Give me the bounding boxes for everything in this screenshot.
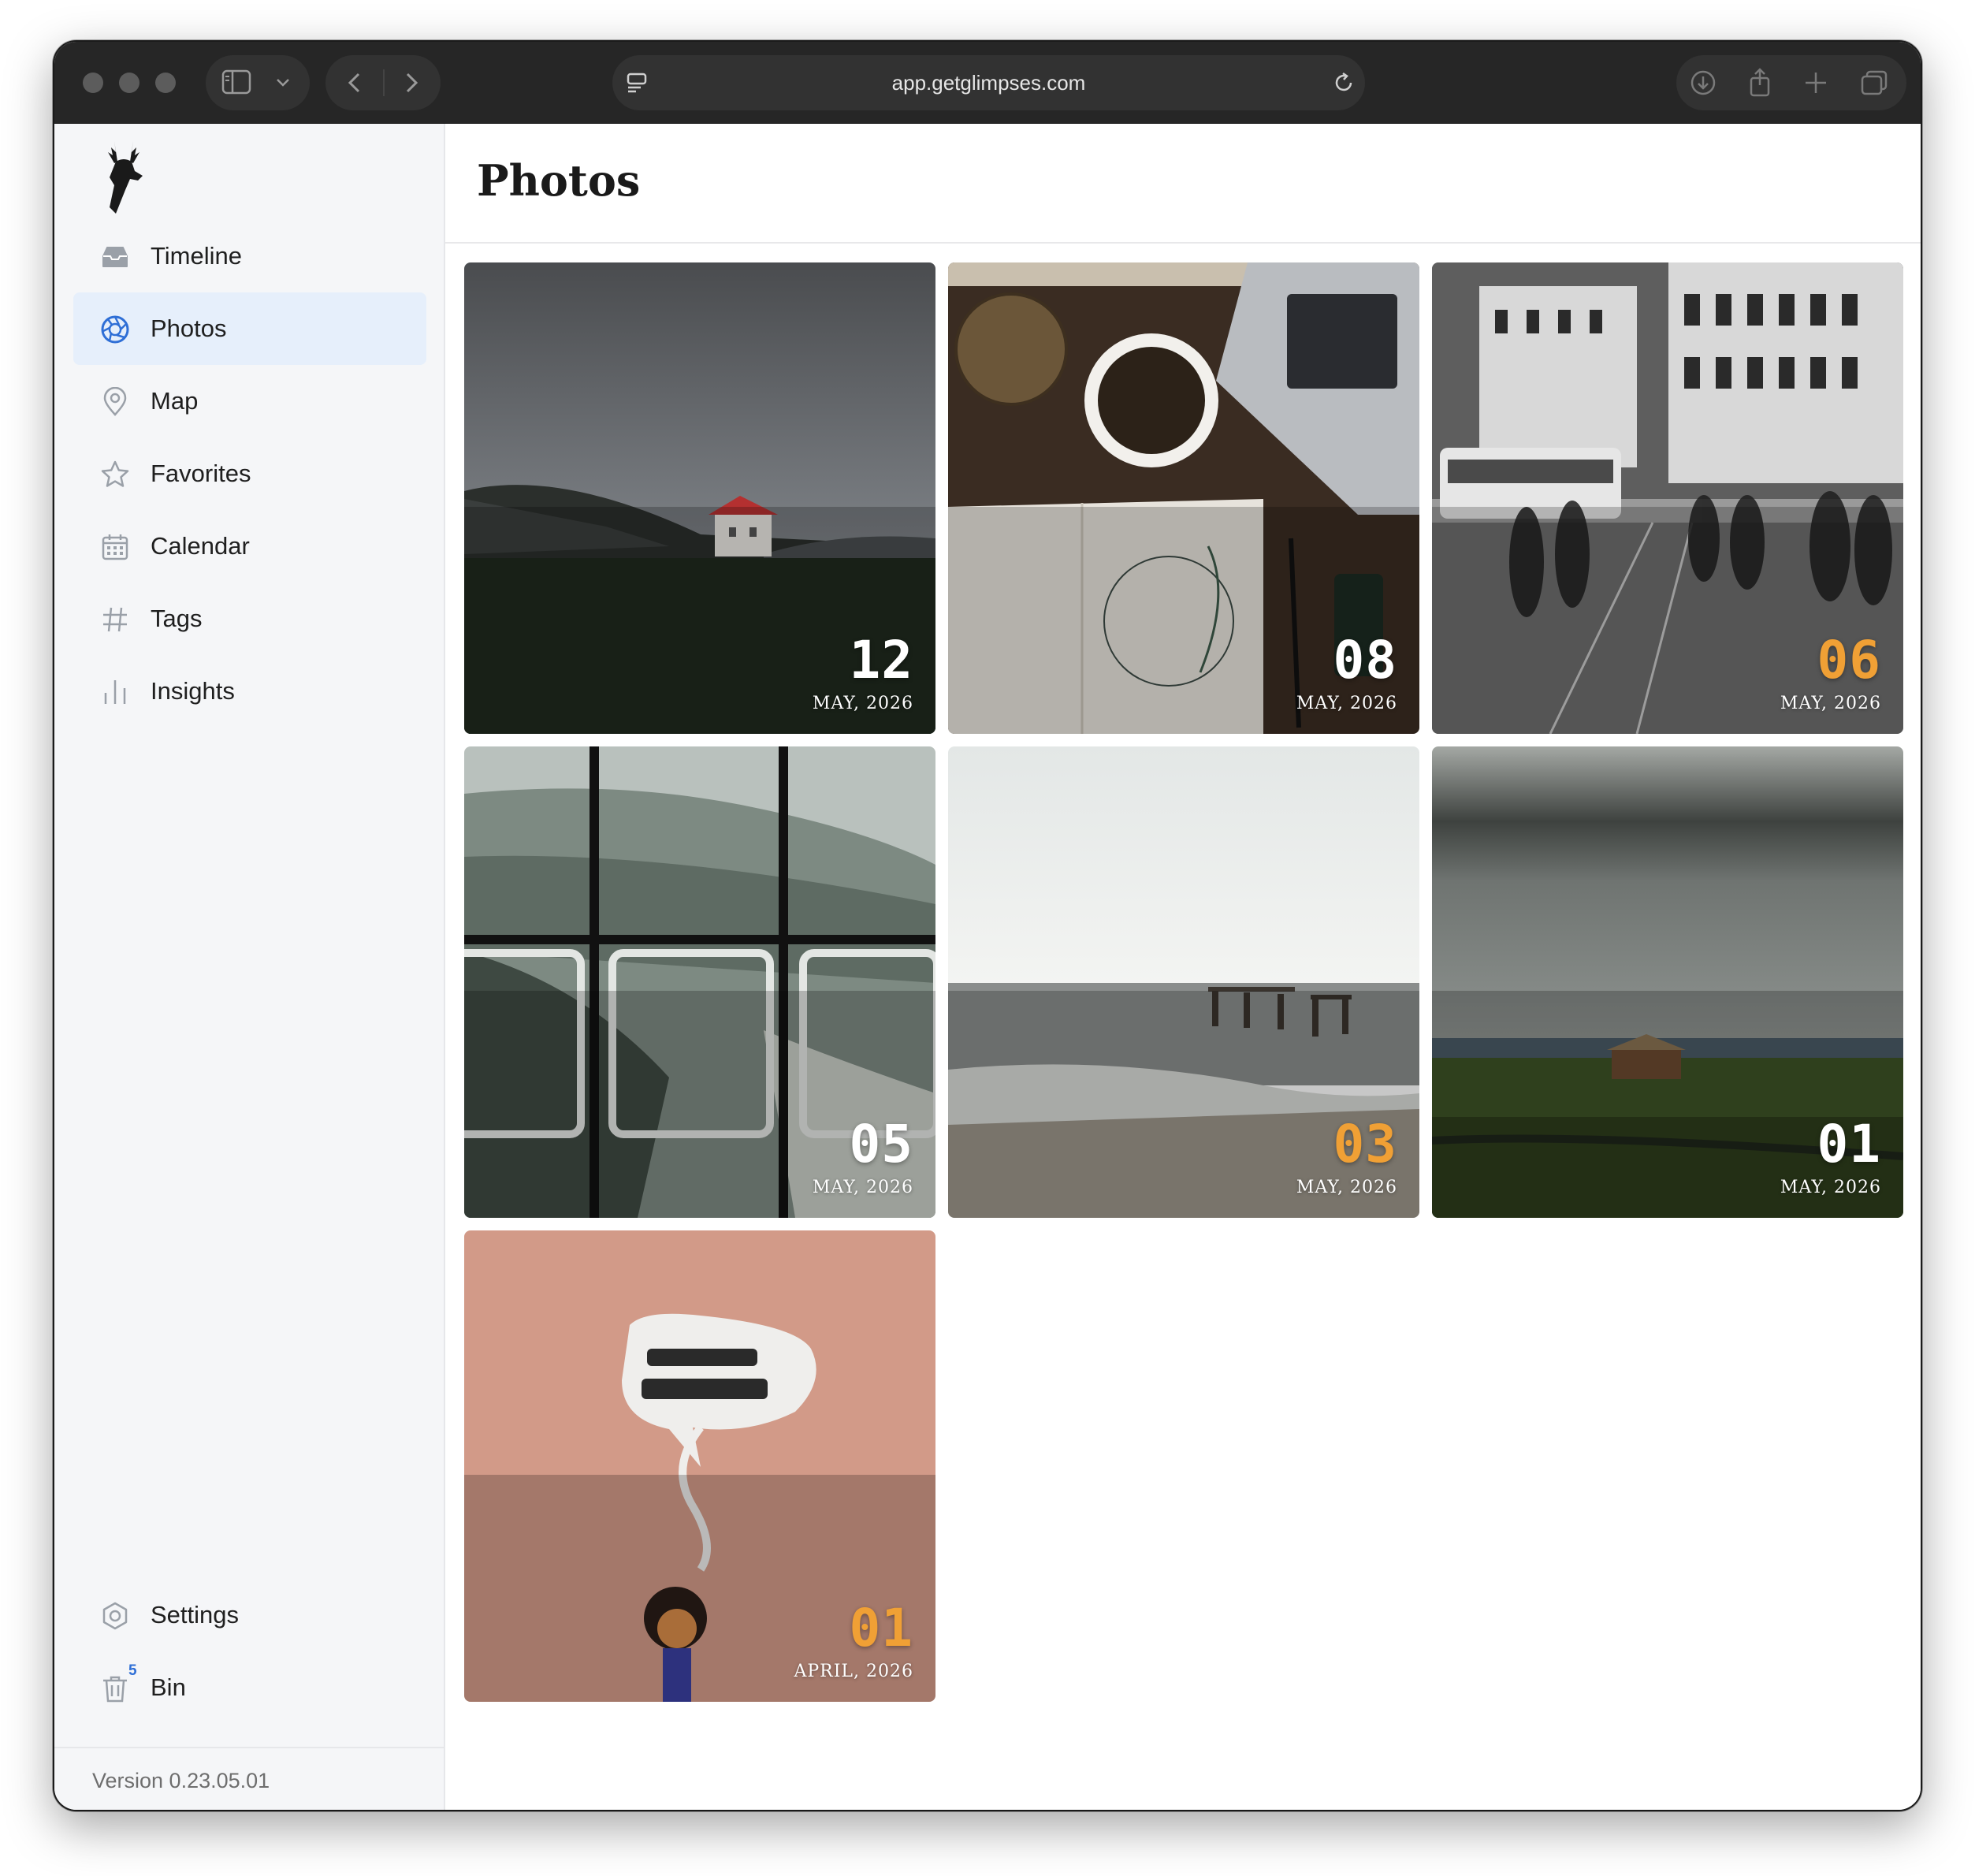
history-nav <box>325 55 441 110</box>
sidebar-item-label: Map <box>151 387 199 415</box>
sidebar-item-label: Photos <box>151 315 227 342</box>
photo-card[interactable]: 01 APRIL, 2026 <box>464 1230 935 1702</box>
reload-icon[interactable] <box>1332 71 1356 95</box>
photo-day: 01 <box>1817 1114 1881 1174</box>
photo-card[interactable]: 01 MAY, 2026 <box>1432 746 1903 1218</box>
sidebar-item-label: Favorites <box>151 460 251 487</box>
sidebar-icon <box>221 69 251 95</box>
settings-icon <box>102 1602 128 1630</box>
sidebar-item-favorites[interactable]: Favorites <box>73 437 426 510</box>
tab-overview-icon[interactable] <box>1859 69 1889 97</box>
sidebar-item-label: Insights <box>151 677 235 705</box>
address-bar[interactable]: app.getglimpses.com <box>612 55 1365 110</box>
photo-month: MAY, 2026 <box>1296 694 1397 713</box>
bar-chart-icon <box>104 680 126 704</box>
sidebar-item-tags[interactable]: Tags <box>73 583 426 655</box>
calendar-icon <box>102 534 128 560</box>
photo-month: MAY, 2026 <box>812 694 913 713</box>
page-header: Photos <box>445 124 1921 244</box>
photo-day: 01 <box>849 1598 913 1658</box>
photo-card[interactable]: 06 MAY, 2026 <box>1432 262 1903 734</box>
version-footer: Version 0.23.05.01 <box>54 1747 444 1810</box>
share-icon[interactable] <box>1746 66 1774 98</box>
photo-month: APRIL, 2026 <box>794 1662 913 1681</box>
sidebar-item-photos[interactable]: Photos <box>73 292 426 365</box>
version-text: Version 0.23.05.01 <box>92 1769 270 1792</box>
bin-count-badge: 5 <box>128 1662 137 1679</box>
new-tab-icon[interactable] <box>1802 69 1829 96</box>
aperture-icon <box>101 315 129 344</box>
photo-month: MAY, 2026 <box>1780 1178 1881 1197</box>
photo-day: 08 <box>1333 630 1397 690</box>
photo-card[interactable]: 08 MAY, 2026 <box>948 262 1419 734</box>
hash-icon <box>103 607 127 632</box>
sidebar-item-label: Calendar <box>151 532 250 560</box>
chevron-down-icon <box>277 79 289 87</box>
deer-logo-icon <box>108 141 143 214</box>
photo-day: 05 <box>849 1114 913 1174</box>
download-icon[interactable] <box>1689 69 1717 97</box>
sidebar-item-map[interactable]: Map <box>73 365 426 437</box>
sidebar-item-label: Settings <box>151 1601 240 1628</box>
sidebar-item-bin[interactable]: 5 Bin <box>73 1651 426 1724</box>
sidebar-item-label: Bin <box>151 1673 186 1701</box>
forward-button[interactable] <box>400 71 423 95</box>
sidebar: Timeline Photos Map Favorites Calendar T… <box>54 124 445 1810</box>
browser-toolbar: app.getglimpses.com <box>54 42 1921 124</box>
browser-actions <box>1676 55 1906 110</box>
back-button[interactable] <box>343 71 366 95</box>
sidebar-item-insights[interactable]: Insights <box>73 655 426 728</box>
sidebar-item-settings[interactable]: Settings <box>73 1579 426 1651</box>
photo-day: 03 <box>1333 1114 1397 1174</box>
sidebar-item-label: Tags <box>151 605 203 632</box>
photo-card[interactable]: 05 MAY, 2026 <box>464 746 935 1218</box>
close-window-button[interactable] <box>83 73 103 93</box>
photo-month: MAY, 2026 <box>812 1178 913 1197</box>
star-icon <box>101 460 129 487</box>
photo-month: MAY, 2026 <box>1296 1178 1397 1197</box>
sidebar-item-calendar[interactable]: Calendar <box>73 510 426 583</box>
minimize-window-button[interactable] <box>119 73 139 93</box>
photo-day: 12 <box>849 630 913 690</box>
browser-window: app.getglimpses.com Timeline Photos Map … <box>53 40 1922 1811</box>
photo-month: MAY, 2026 <box>1780 694 1881 713</box>
url-text: app.getglimpses.com <box>891 71 1086 95</box>
photo-card[interactable]: 03 MAY, 2026 <box>948 746 1419 1218</box>
sidebar-item-timeline[interactable]: Timeline <box>73 220 426 292</box>
zoom-window-button[interactable] <box>155 73 176 93</box>
inbox-icon <box>102 247 128 267</box>
photo-day: 06 <box>1817 630 1881 690</box>
map-pin-icon <box>103 387 127 416</box>
page-title: Photos <box>477 155 641 206</box>
sidebar-item-label: Timeline <box>151 242 242 270</box>
trash-icon <box>103 1676 127 1703</box>
sidebar-toggle-button[interactable] <box>206 55 310 110</box>
main-content: Photos 12 MAY, 2026 08 MAY, 2026 06 MAY,… <box>445 124 1921 1810</box>
photo-card[interactable]: 12 MAY, 2026 <box>464 262 935 734</box>
